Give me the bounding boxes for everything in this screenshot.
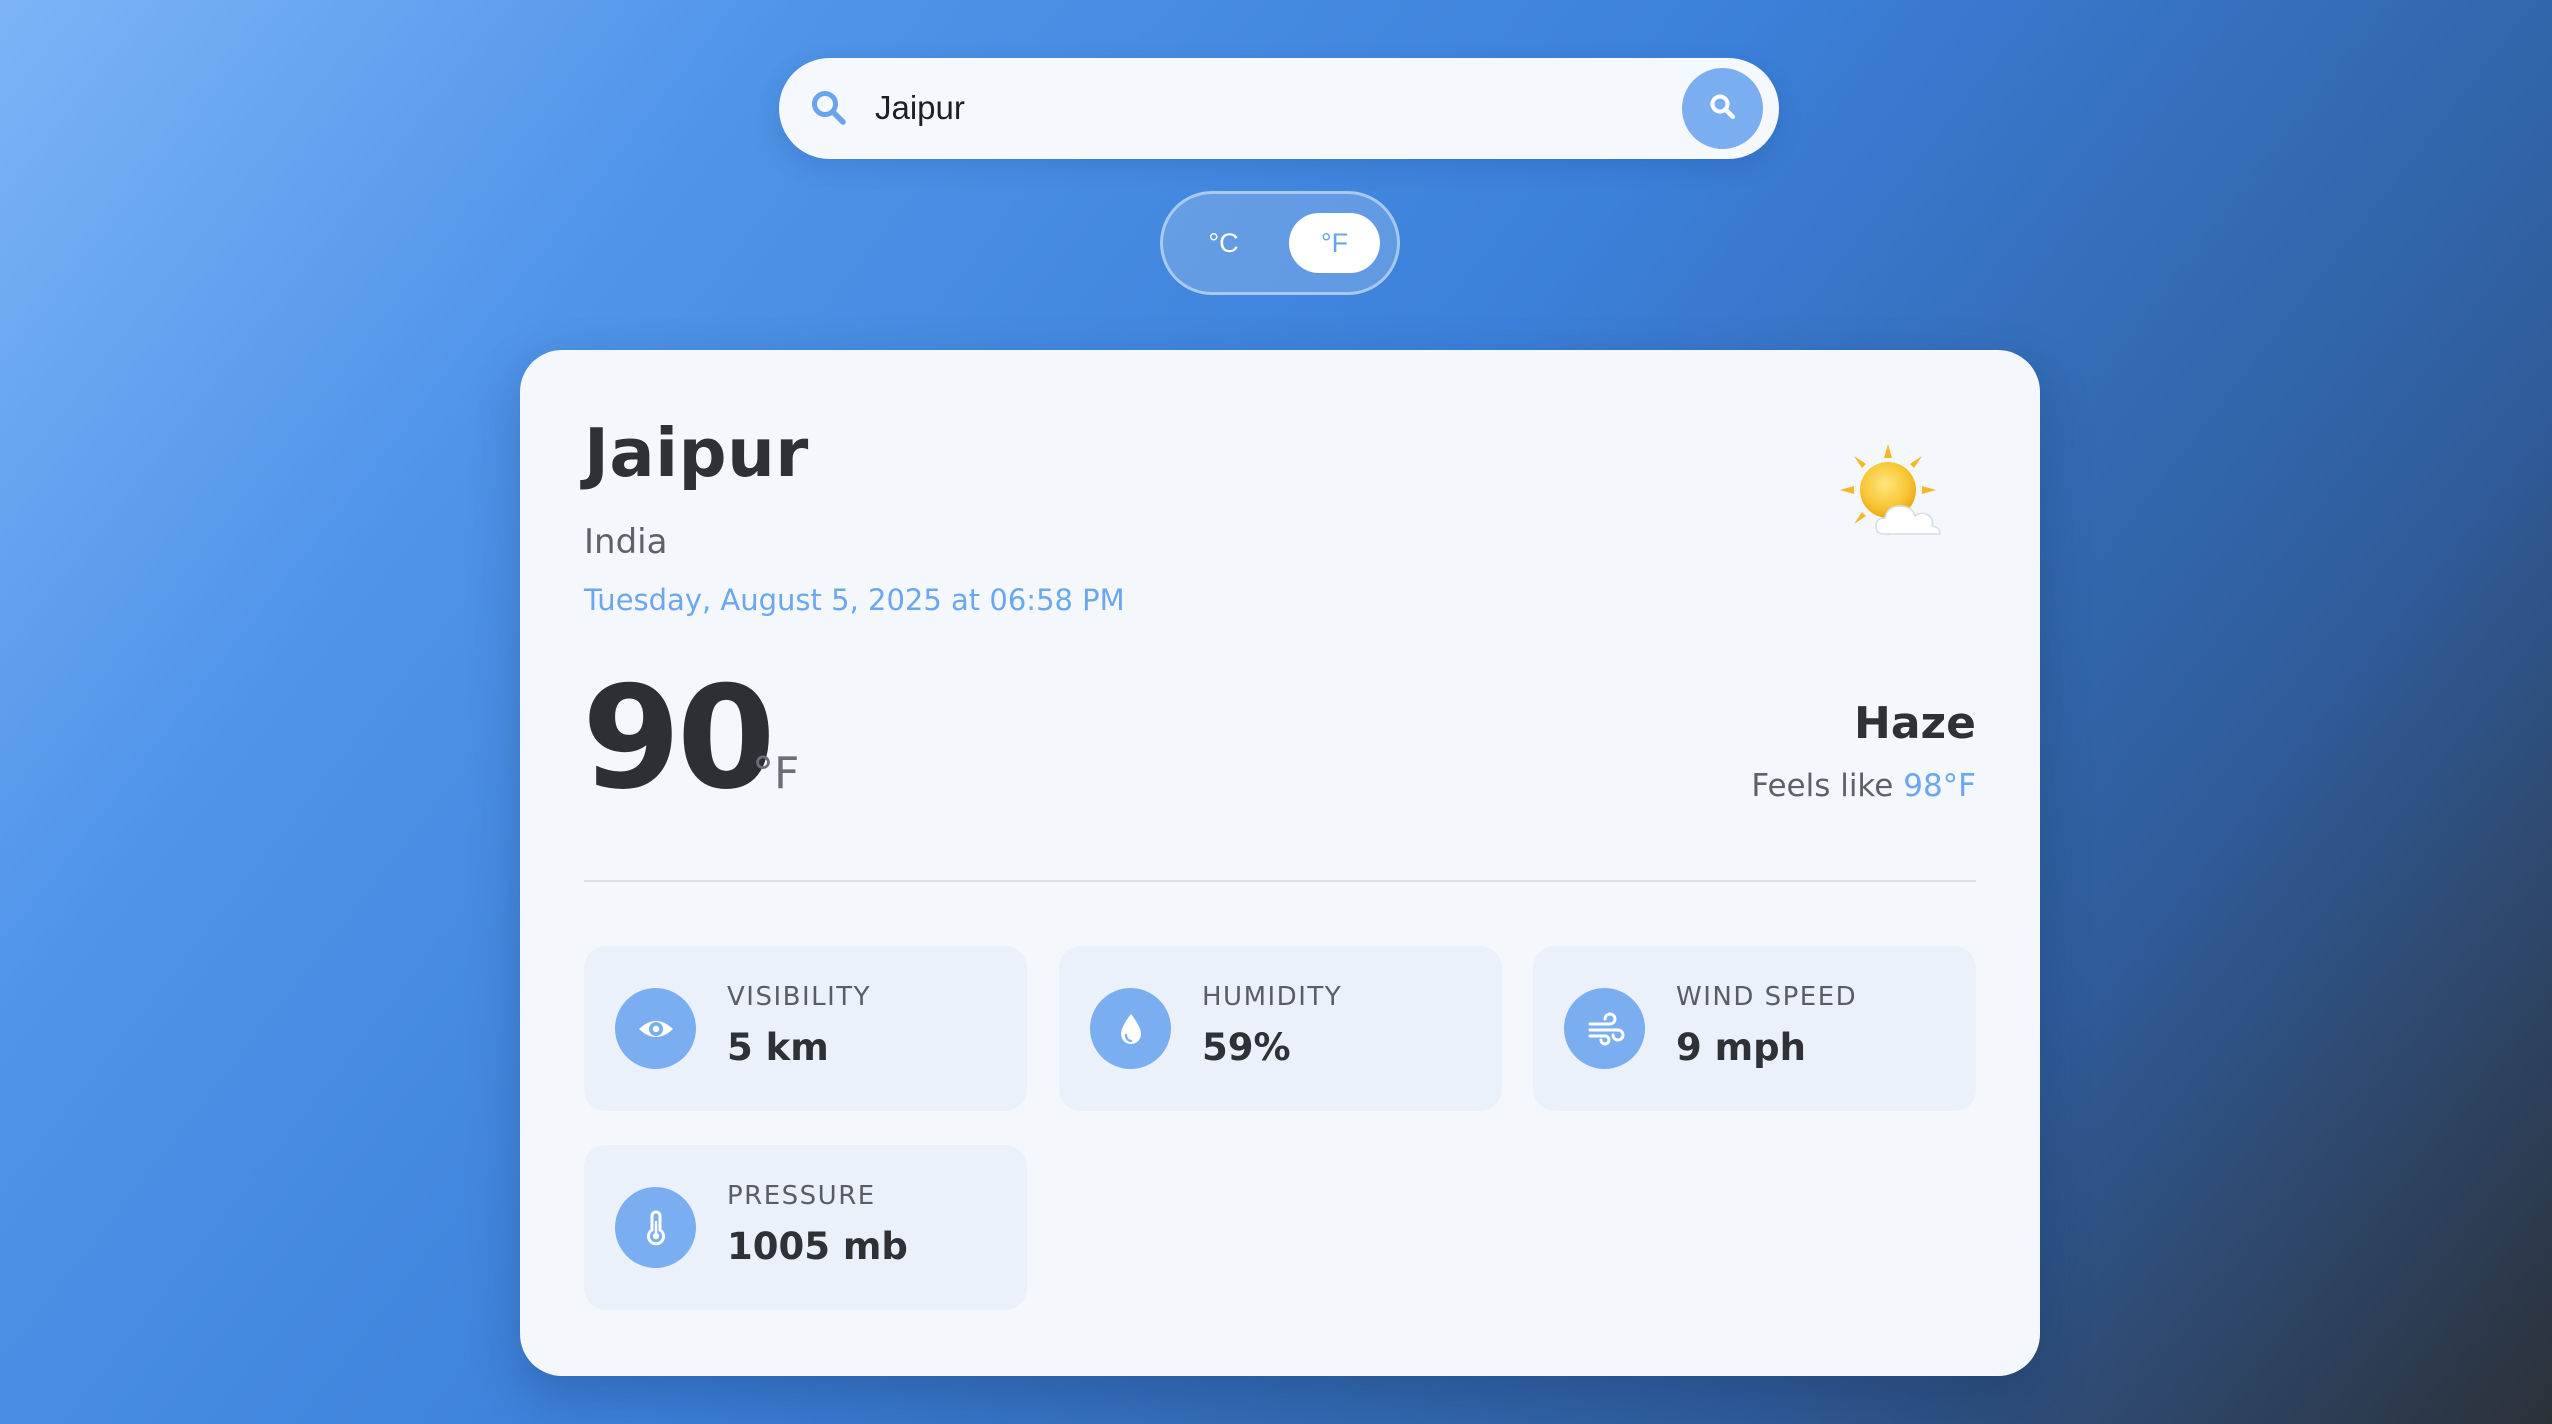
stat-value: 9 mph <box>1676 1026 1807 1069</box>
unit-toggle: °C °F <box>1160 191 1400 295</box>
search-input[interactable] <box>875 80 1655 136</box>
divider <box>584 880 1976 882</box>
thermometer-icon <box>615 1187 696 1268</box>
water-drop-icon <box>1090 988 1171 1069</box>
sun-behind-cloud-icon <box>1840 442 1950 552</box>
search-icon <box>809 88 849 128</box>
search-bar <box>779 58 1779 159</box>
stat-label: VISIBILITY <box>727 982 872 1012</box>
stat-pressure: PRESSURE 1005 mb <box>584 1145 1027 1310</box>
stat-value: 59% <box>1202 1026 1291 1069</box>
stat-label: WIND SPEED <box>1676 982 1858 1012</box>
stat-value: 1005 mb <box>727 1225 908 1268</box>
date-time: Tuesday, August 5, 2025 at 06:58 PM <box>584 583 1125 617</box>
country-name: India <box>584 522 668 562</box>
stat-value: 5 km <box>727 1026 829 1069</box>
feels-like-label: Feels like <box>1751 768 1894 804</box>
fahrenheit-option[interactable]: °F <box>1289 213 1380 273</box>
stat-label: PRESSURE <box>727 1181 876 1211</box>
wind-icon <box>1564 988 1645 1069</box>
weather-condition: Haze <box>1854 698 1976 749</box>
stat-humidity: HUMIDITY 59% <box>1059 946 1502 1111</box>
city-name: Jaipur <box>584 414 809 492</box>
feels-like-value: 98°F <box>1903 768 1976 804</box>
temperature-value: 90 <box>582 656 776 821</box>
stat-visibility: VISIBILITY 5 km <box>584 946 1027 1111</box>
stat-wind-speed: WIND SPEED 9 mph <box>1533 946 1976 1111</box>
weather-card: Jaipur India Tuesday, August 5, 2025 at … <box>520 350 2040 1376</box>
eye-icon <box>615 988 696 1069</box>
feels-like: Feels like 98°F <box>1751 768 1976 804</box>
search-button[interactable] <box>1682 68 1763 149</box>
celsius-option[interactable]: °C <box>1178 213 1269 273</box>
stat-label: HUMIDITY <box>1202 982 1343 1012</box>
temperature-unit: °F <box>752 748 800 799</box>
search-icon <box>1708 92 1738 126</box>
